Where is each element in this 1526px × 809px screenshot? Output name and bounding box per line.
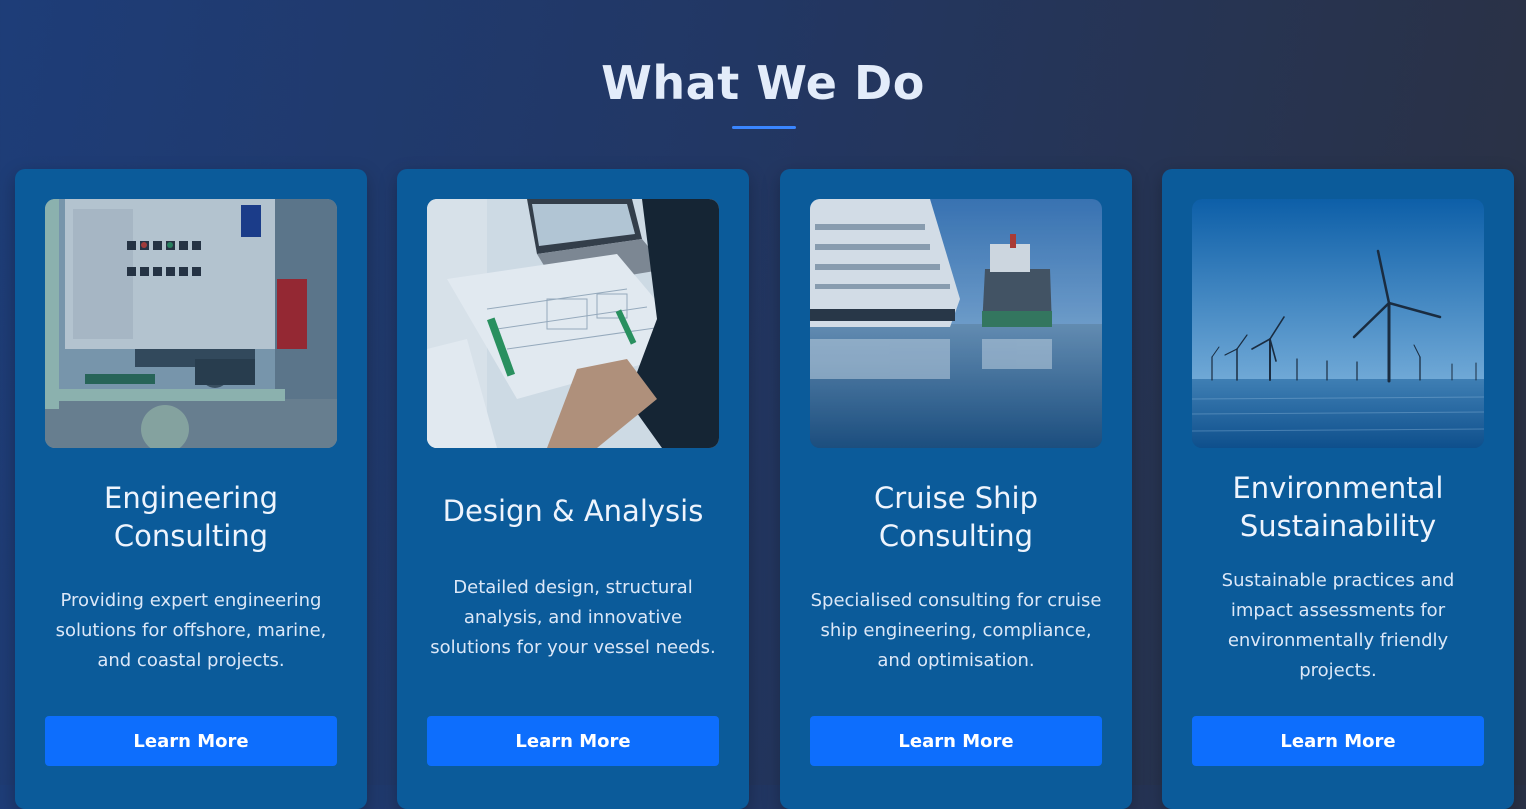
learn-more-button-engineering-consulting[interactable]: Learn More	[45, 716, 337, 766]
card-title: Design & Analysis	[442, 494, 704, 528]
learn-more-button-design-analysis[interactable]: Learn More	[427, 716, 719, 766]
service-card-cruise-ship-consulting: Cruise Ship Consulting Specialised consu…	[780, 169, 1132, 809]
title-underline	[732, 126, 796, 129]
learn-more-button-environmental-sustainability[interactable]: Learn More	[1192, 716, 1484, 766]
service-card-environmental-sustainability: Environmental Sustainability Sustainable…	[1162, 169, 1514, 809]
card-title: Engineering Consulting	[104, 481, 278, 553]
learn-more-button-cruise-ship-consulting[interactable]: Learn More	[810, 716, 1102, 766]
design-drawings-image	[427, 199, 719, 448]
section-title: What We Do	[601, 56, 925, 110]
card-description: Providing expert engineering solutions f…	[55, 590, 327, 671]
card-title: Cruise Ship Consulting	[873, 481, 1039, 553]
engineering-equipment-image	[45, 199, 337, 448]
card-description: Detailed design, structural analysis, an…	[430, 577, 716, 658]
service-card-design-analysis: Design & Analysis Detailed design, struc…	[397, 169, 749, 809]
offshore-wind-farm-image	[1192, 199, 1484, 448]
service-card-engineering-consulting: Engineering Consulting Providing expert …	[15, 169, 367, 809]
cruise-ship-image	[810, 199, 1102, 448]
card-title: Environmental Sustainability	[1232, 471, 1444, 543]
card-description: Specialised consulting for cruise ship e…	[810, 590, 1102, 671]
card-description: Sustainable practices and impact assessm…	[1221, 570, 1455, 681]
